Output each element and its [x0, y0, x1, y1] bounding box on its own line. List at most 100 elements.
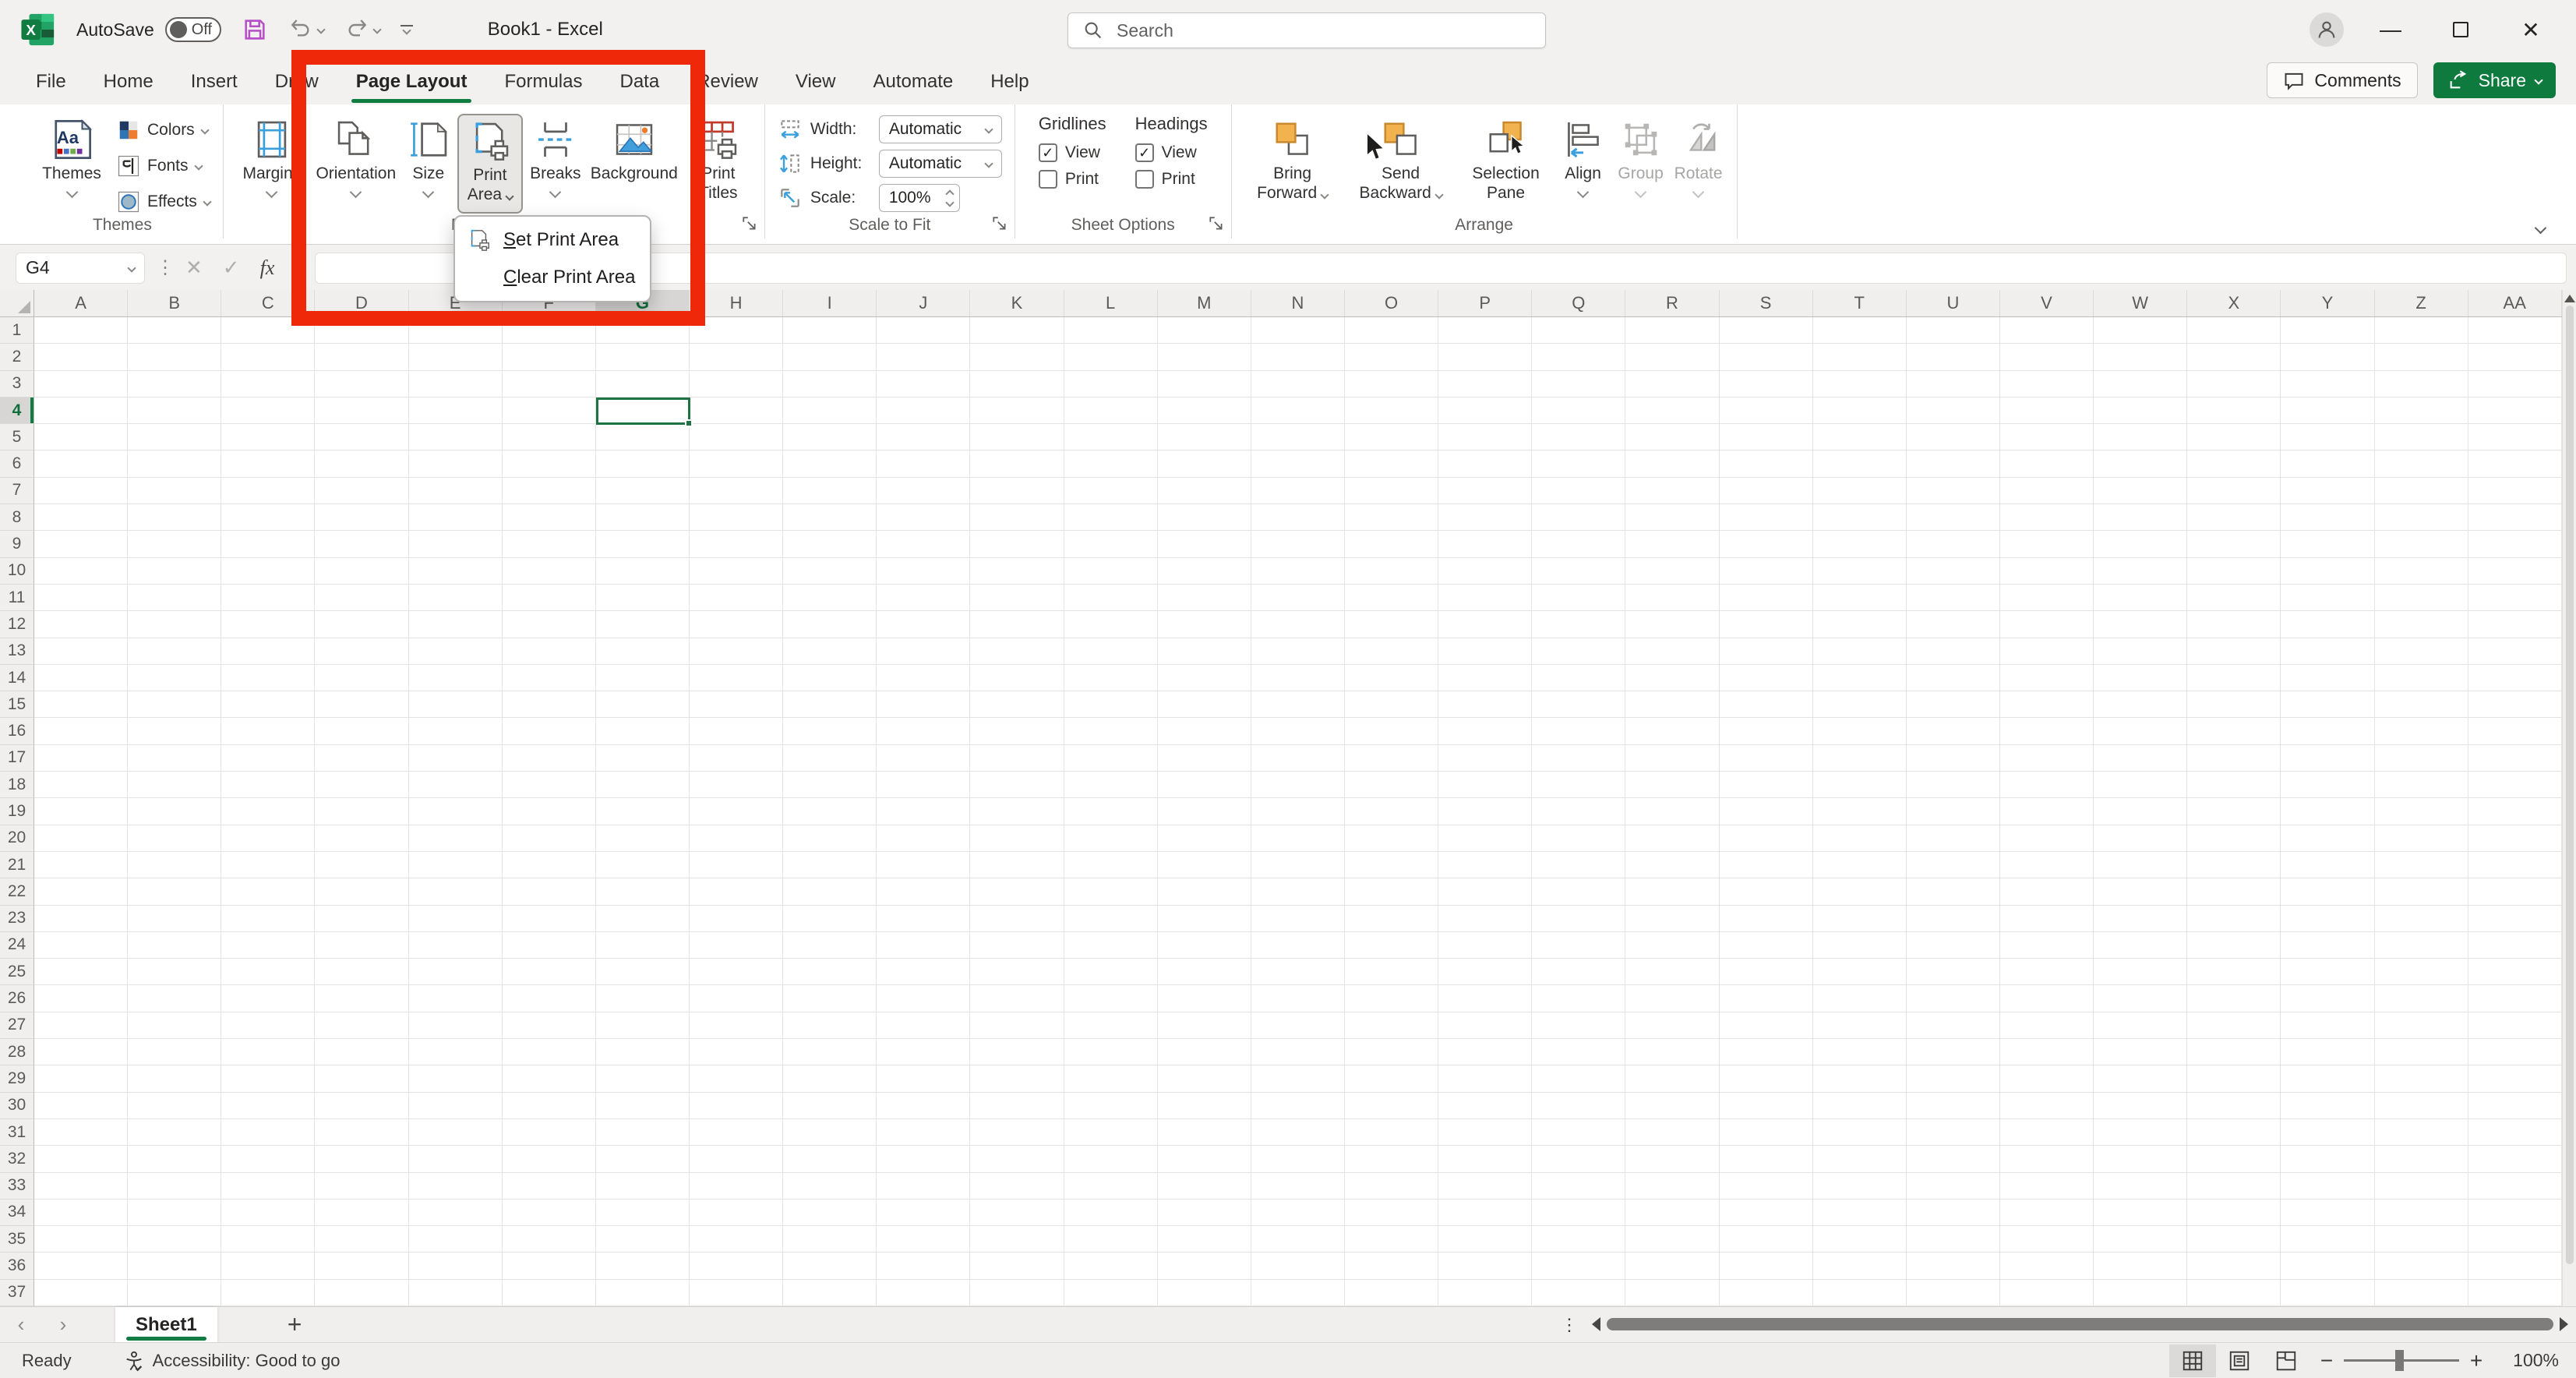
- cell-L2[interactable]: [1064, 344, 1158, 370]
- cell-D14[interactable]: [315, 665, 408, 691]
- cell-V15[interactable]: [2000, 691, 2094, 718]
- cell-B32[interactable]: [128, 1146, 221, 1172]
- cell-H26[interactable]: [690, 985, 783, 1012]
- zoom-out-button[interactable]: −: [2310, 1348, 2344, 1373]
- cell-X14[interactable]: [2187, 665, 2281, 691]
- align-button[interactable]: Align: [1558, 114, 1609, 214]
- cell-R2[interactable]: [1625, 344, 1719, 370]
- cell-S2[interactable]: [1720, 344, 1813, 370]
- cell-A21[interactable]: [34, 852, 128, 878]
- cell-J37[interactable]: [877, 1280, 970, 1306]
- cell-M5[interactable]: [1158, 424, 1251, 450]
- cell-W20[interactable]: [2094, 825, 2187, 852]
- cell-A14[interactable]: [34, 665, 128, 691]
- redo-dropdown-icon[interactable]: [372, 25, 381, 34]
- cell-S22[interactable]: [1720, 878, 1813, 905]
- cell-AA29[interactable]: [2468, 1065, 2562, 1092]
- cell-R13[interactable]: [1625, 638, 1719, 665]
- cell-K32[interactable]: [970, 1146, 1064, 1172]
- cell-T32[interactable]: [1813, 1146, 1907, 1172]
- cell-V21[interactable]: [2000, 852, 2094, 878]
- cell-S16[interactable]: [1720, 718, 1813, 744]
- cell-U16[interactable]: [1907, 718, 2000, 744]
- cell-B16[interactable]: [128, 718, 221, 744]
- cell-T16[interactable]: [1813, 718, 1907, 744]
- cell-Z26[interactable]: [2375, 985, 2468, 1012]
- cell-L8[interactable]: [1064, 504, 1158, 531]
- cell-D10[interactable]: [315, 558, 408, 585]
- cell-B29[interactable]: [128, 1065, 221, 1092]
- cell-G15[interactable]: [596, 691, 690, 718]
- cell-P4[interactable]: [1438, 398, 1532, 424]
- cell-P25[interactable]: [1438, 959, 1532, 985]
- cell-O30[interactable]: [1345, 1093, 1438, 1119]
- cell-Y30[interactable]: [2281, 1093, 2374, 1119]
- cell-T5[interactable]: [1813, 424, 1907, 450]
- cell-A27[interactable]: [34, 1012, 128, 1039]
- cell-E30[interactable]: [409, 1093, 503, 1119]
- cell-P28[interactable]: [1438, 1039, 1532, 1065]
- cell-Y34[interactable]: [2281, 1200, 2374, 1226]
- cell-A18[interactable]: [34, 772, 128, 798]
- cell-K6[interactable]: [970, 450, 1064, 477]
- cell-I23[interactable]: [783, 906, 877, 932]
- cell-S19[interactable]: [1720, 798, 1813, 825]
- cell-Y31[interactable]: [2281, 1119, 2374, 1146]
- cell-R34[interactable]: [1625, 1200, 1719, 1226]
- cell-C11[interactable]: [221, 585, 315, 611]
- cell-W26[interactable]: [2094, 985, 2187, 1012]
- cell-O23[interactable]: [1345, 906, 1438, 932]
- cell-I3[interactable]: [783, 371, 877, 398]
- cell-O14[interactable]: [1345, 665, 1438, 691]
- cell-J6[interactable]: [877, 450, 970, 477]
- cell-S28[interactable]: [1720, 1039, 1813, 1065]
- cell-Q21[interactable]: [1532, 852, 1625, 878]
- cell-R18[interactable]: [1625, 772, 1719, 798]
- cell-C35[interactable]: [221, 1226, 315, 1253]
- formula-input[interactable]: [315, 253, 2567, 284]
- cell-T19[interactable]: [1813, 798, 1907, 825]
- cell-A23[interactable]: [34, 906, 128, 932]
- cell-X31[interactable]: [2187, 1119, 2281, 1146]
- scale-input[interactable]: 100%: [879, 184, 960, 212]
- cell-Y23[interactable]: [2281, 906, 2374, 932]
- cell-K36[interactable]: [970, 1253, 1064, 1279]
- cell-Y7[interactable]: [2281, 478, 2374, 504]
- cell-V3[interactable]: [2000, 371, 2094, 398]
- cell-Z23[interactable]: [2375, 906, 2468, 932]
- cell-U2[interactable]: [1907, 344, 2000, 370]
- cell-D34[interactable]: [315, 1200, 408, 1226]
- row-header-19[interactable]: 19: [0, 798, 34, 825]
- cell-V32[interactable]: [2000, 1146, 2094, 1172]
- page-break-preview-button[interactable]: [2263, 1344, 2310, 1377]
- cell-B26[interactable]: [128, 985, 221, 1012]
- tab-help[interactable]: Help: [972, 59, 1047, 104]
- cell-V9[interactable]: [2000, 531, 2094, 557]
- cell-J15[interactable]: [877, 691, 970, 718]
- cell-Y4[interactable]: [2281, 398, 2374, 424]
- cell-H17[interactable]: [690, 745, 783, 772]
- cell-P7[interactable]: [1438, 478, 1532, 504]
- cell-R21[interactable]: [1625, 852, 1719, 878]
- cell-P32[interactable]: [1438, 1146, 1532, 1172]
- prev-sheet-button[interactable]: ‹: [0, 1313, 42, 1337]
- cell-G17[interactable]: [596, 745, 690, 772]
- cell-Z12[interactable]: [2375, 611, 2468, 638]
- cell-E17[interactable]: [409, 745, 503, 772]
- accessibility-status[interactable]: Accessibility: Good to go: [123, 1350, 341, 1372]
- cell-A36[interactable]: [34, 1253, 128, 1279]
- row-header-9[interactable]: 9: [0, 531, 34, 557]
- column-header-I[interactable]: I: [783, 290, 877, 316]
- cell-S37[interactable]: [1720, 1280, 1813, 1306]
- cell-A30[interactable]: [34, 1093, 128, 1119]
- cell-U21[interactable]: [1907, 852, 2000, 878]
- cell-I25[interactable]: [783, 959, 877, 985]
- cell-I36[interactable]: [783, 1253, 877, 1279]
- cell-J5[interactable]: [877, 424, 970, 450]
- cell-X11[interactable]: [2187, 585, 2281, 611]
- cell-U4[interactable]: [1907, 398, 2000, 424]
- cell-Z36[interactable]: [2375, 1253, 2468, 1279]
- bring-forward-button[interactable]: Bring Forward: [1244, 114, 1341, 214]
- cell-F2[interactable]: [503, 344, 596, 370]
- cell-M33[interactable]: [1158, 1173, 1251, 1200]
